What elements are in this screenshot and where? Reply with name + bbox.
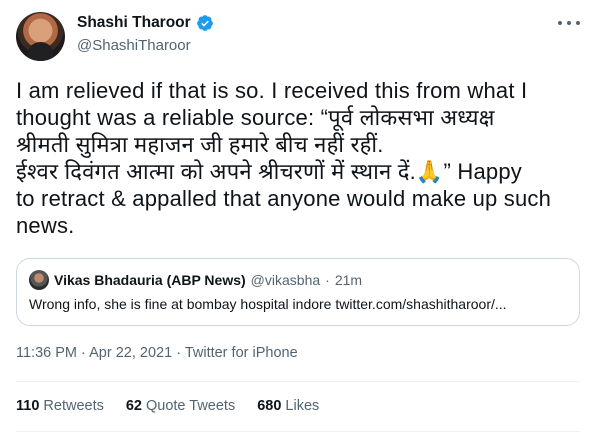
tweet-text-line: श्रीमती सुमित्रा महाजन जी हमारे बीच नहीं… — [16, 132, 384, 157]
tweet-text-line: news. — [16, 213, 75, 238]
tweet-text-line: thought was a reliable source: “पूर्व लो… — [16, 105, 495, 130]
author-name-row: Shashi Tharoor — [77, 14, 214, 32]
quoted-author-handle: @vikasbha — [250, 272, 321, 288]
quote-tweets-count: 62 — [125, 398, 142, 414]
tweet-time[interactable]: 11:36 PM — [16, 345, 77, 361]
tweet-source[interactable]: Twitter for iPhone — [185, 345, 298, 361]
tweet-text: I am relieved if that is so. I received … — [16, 77, 586, 239]
quoted-tweet[interactable]: Vikas Bhadauria (ABP News) @vikasbha · 2… — [16, 258, 580, 326]
divider — [16, 431, 580, 432]
quoted-tweet-header: Vikas Bhadauria (ABP News) @vikasbha · 2… — [29, 270, 362, 290]
separator-dot: · — [81, 345, 86, 361]
tweet-text-line: ईश्वर दिवंगत आत्मा को अपने श्रीचरणों में… — [16, 159, 522, 184]
quoted-tweet-text: Wrong info, she is fine at bombay hospit… — [29, 296, 507, 312]
quoted-tweet-time: 21m — [334, 272, 363, 288]
likes-count: 680 — [257, 398, 282, 414]
quoted-author-avatar — [29, 270, 49, 290]
quote-tweets-stat[interactable]: 62 Quote Tweets — [126, 398, 235, 414]
quoted-author-name: Vikas Bhadauria (ABP News) — [54, 272, 246, 288]
separator-dot: · — [176, 345, 182, 361]
tweet-meta: 11:36 PM · Apr 22, 2021 · Twitter for iP… — [16, 345, 298, 361]
quote-tweets-label: Quote Tweets — [146, 398, 236, 414]
separator-dot: · — [325, 272, 330, 288]
retweets-count: 110 — [16, 398, 40, 414]
retweets-label: Retweets — [43, 398, 104, 414]
tweet-text-line: I am relieved if that is so. I received … — [16, 78, 528, 103]
verified-badge-icon — [196, 15, 213, 31]
tweet-date[interactable]: Apr 22, 2021 — [89, 345, 172, 361]
tweet-text-line: to retract & appalled that anyone would … — [16, 186, 552, 211]
divider — [16, 381, 580, 382]
author-handle[interactable]: @ShashiTharoor — [77, 37, 191, 54]
likes-label: Likes — [285, 398, 320, 414]
engagement-stats: 110 Retweets 62 Quote Tweets 680 Likes — [16, 398, 319, 414]
retweets-stat[interactable]: 110 Retweets — [16, 398, 104, 414]
author-display-name[interactable]: Shashi Tharoor — [77, 14, 191, 32]
more-options-icon[interactable] — [558, 16, 580, 30]
likes-stat[interactable]: 680 Likes — [257, 398, 319, 414]
tweet-card: Shashi Tharoor @ShashiTharoor I am relie… — [0, 0, 596, 439]
author-avatar[interactable] — [16, 12, 65, 61]
